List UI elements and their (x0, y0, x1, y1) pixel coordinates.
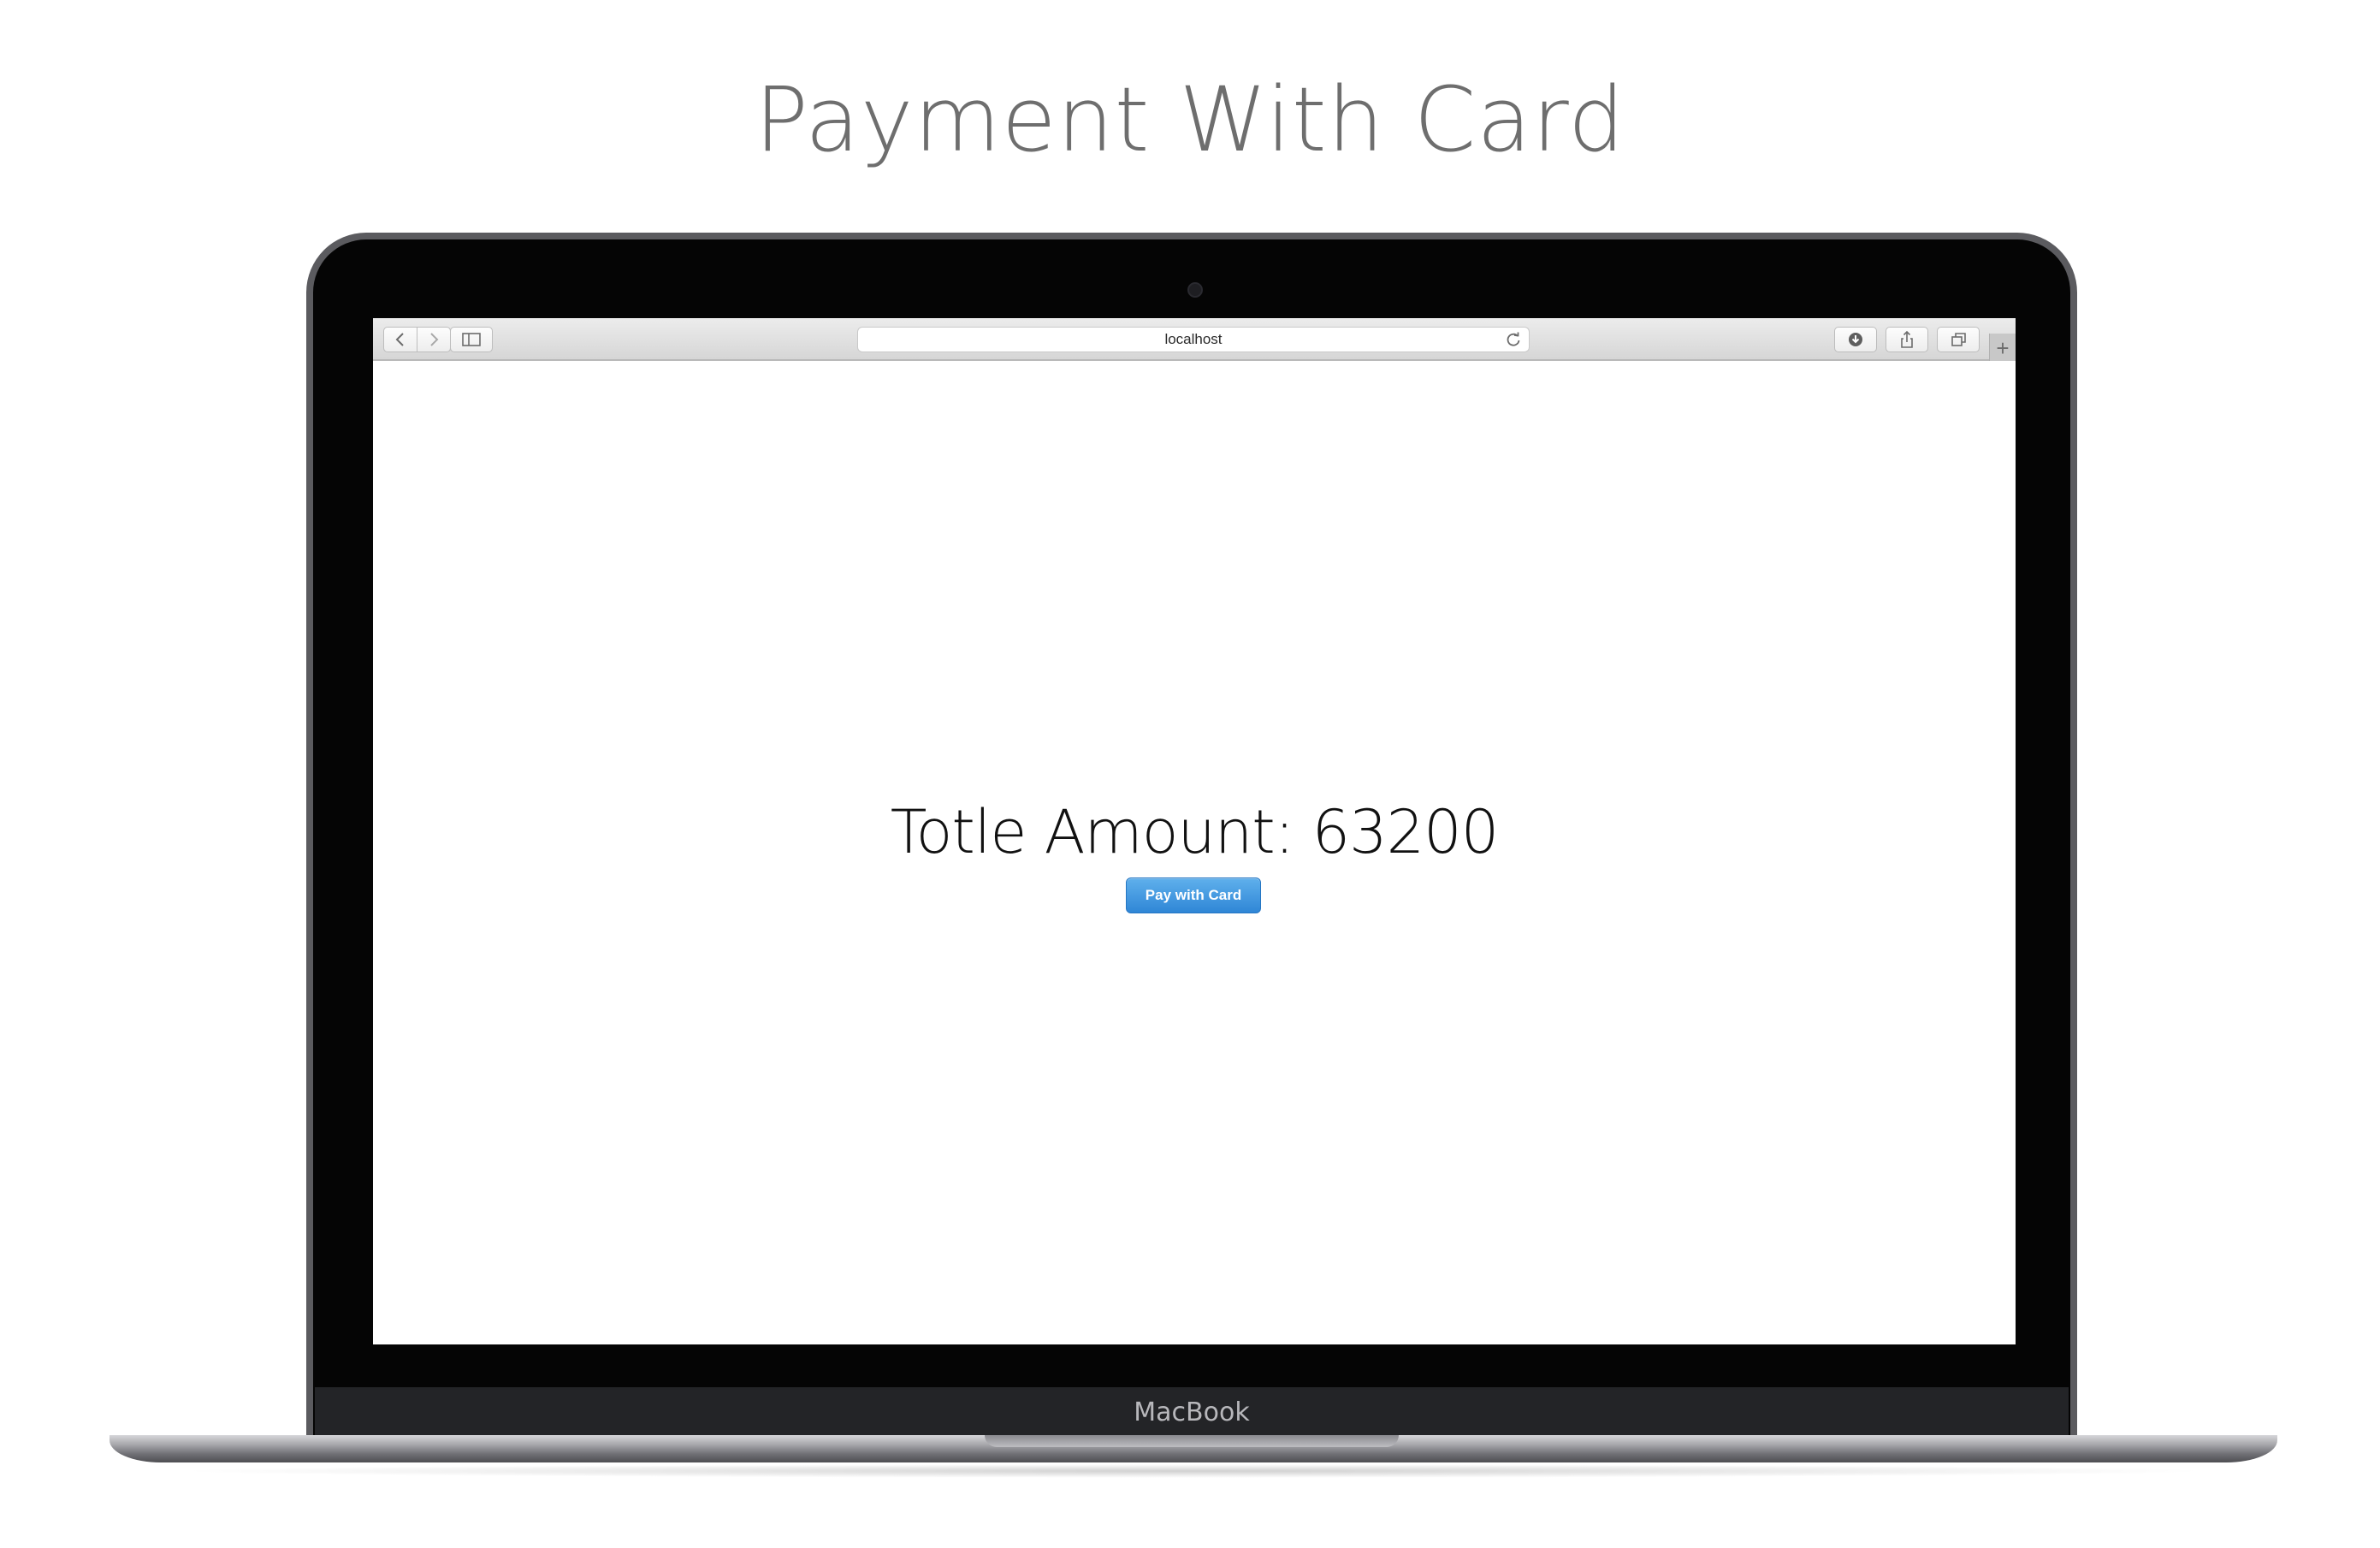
sidebar-button[interactable] (450, 327, 493, 352)
address-text: localhost (1164, 331, 1223, 347)
page-content: Totle Amount: 63200 Pay with Card (373, 361, 2016, 1344)
back-button[interactable] (383, 327, 417, 352)
tabs-button[interactable] (1937, 327, 1980, 352)
download-button[interactable] (1834, 327, 1877, 352)
forward-button[interactable] (417, 327, 451, 352)
pay-with-card-button[interactable]: Pay with Card (1126, 877, 1261, 913)
device-label: MacBook (1134, 1397, 1250, 1427)
page-title: Payment With Card (755, 68, 1625, 172)
base-shadow (171, 1464, 2216, 1478)
laptop-chin: MacBook (315, 1387, 2069, 1439)
share-icon (1901, 330, 1913, 348)
lid-opening-notch (985, 1435, 1399, 1447)
plus-icon: + (1996, 335, 2010, 361)
camera-icon (1187, 282, 1203, 298)
amount-value: 63200 (1311, 797, 1500, 867)
browser-window: localhost + Totle Amount: 63200 Pay with… (373, 318, 2016, 1344)
tabs-icon (1951, 333, 1966, 346)
new-tab-button[interactable]: + (1989, 334, 2016, 361)
chevron-left-icon (395, 333, 404, 346)
reload-icon[interactable] (1505, 331, 1522, 348)
chevron-right-icon (430, 333, 439, 346)
laptop-base (110, 1435, 2277, 1462)
total-amount: Totle Amount: 63200 (373, 794, 2016, 871)
promo-stage: Payment With Card MacBook localhost + To… (0, 0, 2380, 1548)
browser-toolbar: localhost + (373, 318, 2016, 361)
sidebar-icon (462, 333, 481, 346)
amount-label: Totle Amount: (890, 797, 1295, 867)
share-button[interactable] (1886, 327, 1928, 352)
address-bar[interactable]: localhost (857, 327, 1530, 352)
download-icon (1849, 333, 1862, 346)
